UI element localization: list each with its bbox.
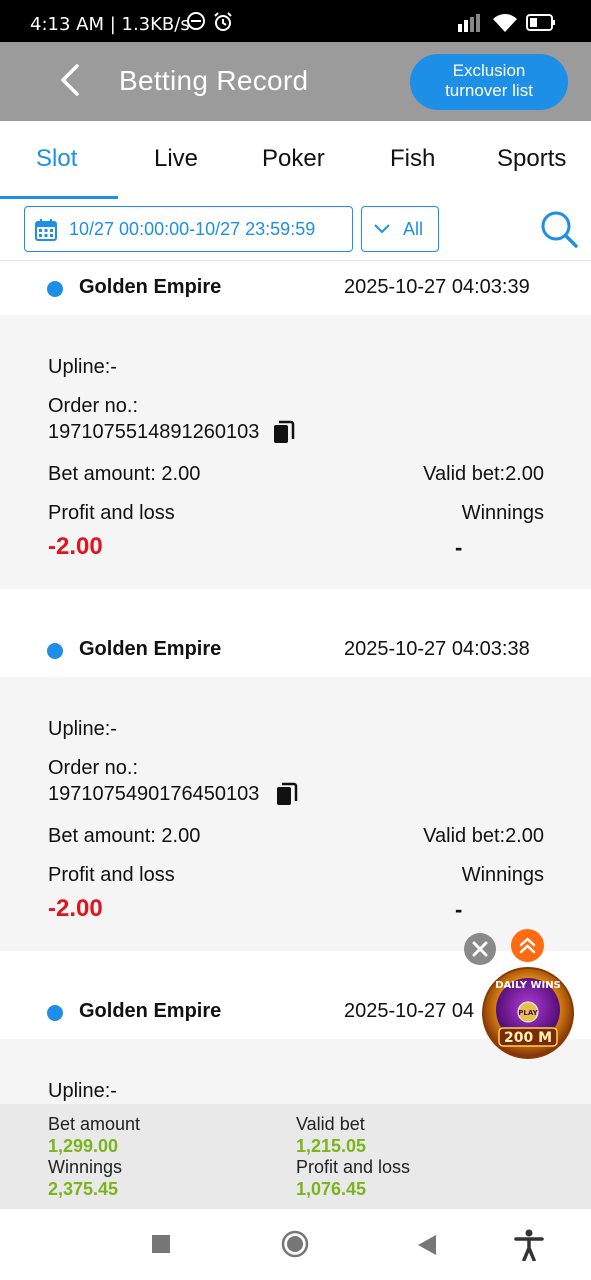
double-chevron-up-icon [519, 937, 536, 954]
bet-amount-row: Bet amount: 2.00 [48, 463, 200, 486]
valid-bet-value: 2.00 [505, 463, 544, 485]
summary-profit-loss-value: 1,076.45 [296, 1179, 367, 1199]
exclusion-line2: turnover list [445, 81, 533, 100]
close-promo-button[interactable] [464, 933, 496, 965]
winnings-value: - [455, 535, 463, 560]
bet-amount-label: Bet amount: [48, 463, 156, 485]
upline-row: Upline:- [48, 1080, 117, 1103]
record-details: Upline:- Order no.: 1971075514891260103 … [0, 315, 591, 589]
record-details: Upline:- Order no.: 1971075490176450103 … [0, 677, 591, 951]
record-dot [47, 281, 63, 297]
profit-loss-label: Profit and loss [48, 864, 175, 886]
order-label: Order no.: [48, 395, 139, 417]
profit-loss-value: -2.00 [48, 895, 103, 922]
promo-amount: 200 M [504, 1030, 552, 1046]
order-number: 1971075514891260103 [48, 421, 260, 443]
status-time: 4:13 AM | 1.3KB/s [30, 14, 190, 35]
tab-poker[interactable]: Poker [262, 145, 325, 173]
accessibility-icon[interactable] [514, 1229, 544, 1261]
type-dropdown[interactable]: All [361, 206, 439, 252]
filter-bar: 10/27 00:00:00-10/27 23:59:59 All [0, 199, 591, 261]
summary-bet-amount-label: Bet amount [48, 1114, 141, 1134]
valid-bet-row: Valid bet:2.00 [423, 825, 544, 848]
record-dot [47, 1005, 63, 1021]
copy-icon[interactable] [276, 782, 298, 806]
signal-icon [458, 14, 480, 32]
winnings-value: - [455, 897, 463, 922]
tab-slot[interactable]: Slot [36, 145, 77, 173]
summary-winnings-label: Winnings [48, 1157, 123, 1177]
tab-live[interactable]: Live [154, 145, 198, 173]
daily-wins-promo-badge[interactable]: DAILY WINS PLAY 200 M [481, 966, 575, 1060]
date-range-picker[interactable]: 10/27 00:00:00-10/27 23:59:59 [24, 206, 353, 252]
app-header: Betting Record Exclusion turnover list [0, 42, 591, 121]
upline-label: Upline: [48, 356, 111, 378]
upline-value: - [110, 718, 117, 740]
status-bar: 4:13 AM | 1.3KB/s [0, 0, 591, 42]
type-dropdown-value: All [403, 219, 424, 239]
bet-amount-row: Bet amount: 2.00 [48, 825, 200, 848]
record-dot [47, 643, 63, 659]
summary-valid-bet-value: 1,215.05 [296, 1136, 367, 1156]
do-not-disturb-icon [187, 12, 205, 30]
scroll-top-button[interactable] [511, 929, 544, 962]
upline-label: Upline: [48, 1080, 111, 1102]
wifi-icon [493, 14, 517, 32]
order-label: Order no.: [48, 757, 139, 779]
tab-sports[interactable]: Sports [497, 145, 566, 173]
search-icon[interactable] [540, 210, 578, 248]
calendar-icon [35, 219, 57, 241]
upline-row: Upline:- [48, 718, 117, 741]
date-range-text: 10/27 00:00:00-10/27 23:59:59 [69, 219, 316, 239]
tab-fish[interactable]: Fish [390, 145, 435, 173]
valid-bet-label: Valid bet: [423, 825, 506, 847]
exclusion-turnover-button[interactable]: Exclusion turnover list [410, 54, 568, 110]
summary-winnings-value: 2,375.45 [48, 1179, 119, 1199]
system-nav-bar [0, 1209, 591, 1280]
profit-loss-value: -2.00 [48, 533, 103, 560]
alarm-icon [214, 12, 232, 31]
bet-amount-value: 2.00 [161, 825, 201, 847]
summary-valid-bet-label: Valid bet [296, 1114, 365, 1134]
battery-icon [526, 14, 555, 31]
back-triangle-icon[interactable] [417, 1234, 437, 1256]
upline-row: Upline:- [48, 356, 117, 379]
category-tabs: Slot Live Poker Fish Sports [0, 121, 591, 199]
winnings-label: Winnings [461, 864, 544, 886]
order-number: 1971075490176450103 [48, 783, 260, 805]
summary-bet-amount-value: 1,299.00 [48, 1136, 119, 1156]
upline-value: - [110, 356, 117, 378]
recents-square-icon[interactable] [151, 1234, 171, 1254]
chevron-down-icon [374, 224, 390, 234]
record-gap [0, 589, 591, 625]
record-time: 2025-10-27 04:03:39 [344, 276, 530, 298]
exclusion-line1: Exclusion [452, 61, 526, 80]
close-icon [472, 941, 488, 957]
winnings-label: Winnings [461, 502, 544, 524]
record-time: 2025-10-27 04 [344, 1000, 475, 1022]
upline-label: Upline: [48, 718, 111, 740]
profit-loss-label: Profit and loss [48, 502, 175, 524]
record-header[interactable]: Golden Empire 2025-10-27 04:03:39 [0, 261, 591, 315]
bet-amount-label: Bet amount: [48, 825, 156, 847]
summary-profit-loss-label: Profit and loss [296, 1157, 411, 1177]
valid-bet-value: 2.00 [505, 825, 544, 847]
page-title: Betting Record [119, 65, 309, 96]
record-header[interactable]: Golden Empire 2025-10-27 04:03:38 [0, 623, 591, 677]
home-circle-icon[interactable] [281, 1230, 309, 1258]
copy-icon[interactable] [273, 420, 295, 444]
valid-bet-label: Valid bet: [423, 463, 506, 485]
game-name: Golden Empire [79, 1000, 222, 1022]
record-time: 2025-10-27 04:03:38 [344, 638, 530, 660]
valid-bet-row: Valid bet:2.00 [423, 463, 544, 486]
back-arrow-icon[interactable] [52, 60, 92, 100]
summary-panel: Bet amount 1,299.00 Valid bet 1,215.05 W… [0, 1104, 591, 1209]
promo-title: DAILY WINS [495, 980, 561, 991]
game-name: Golden Empire [79, 276, 222, 298]
promo-play: PLAY [518, 1009, 538, 1017]
upline-value: - [110, 1080, 117, 1102]
game-name: Golden Empire [79, 638, 222, 660]
bet-amount-value: 2.00 [161, 463, 201, 485]
